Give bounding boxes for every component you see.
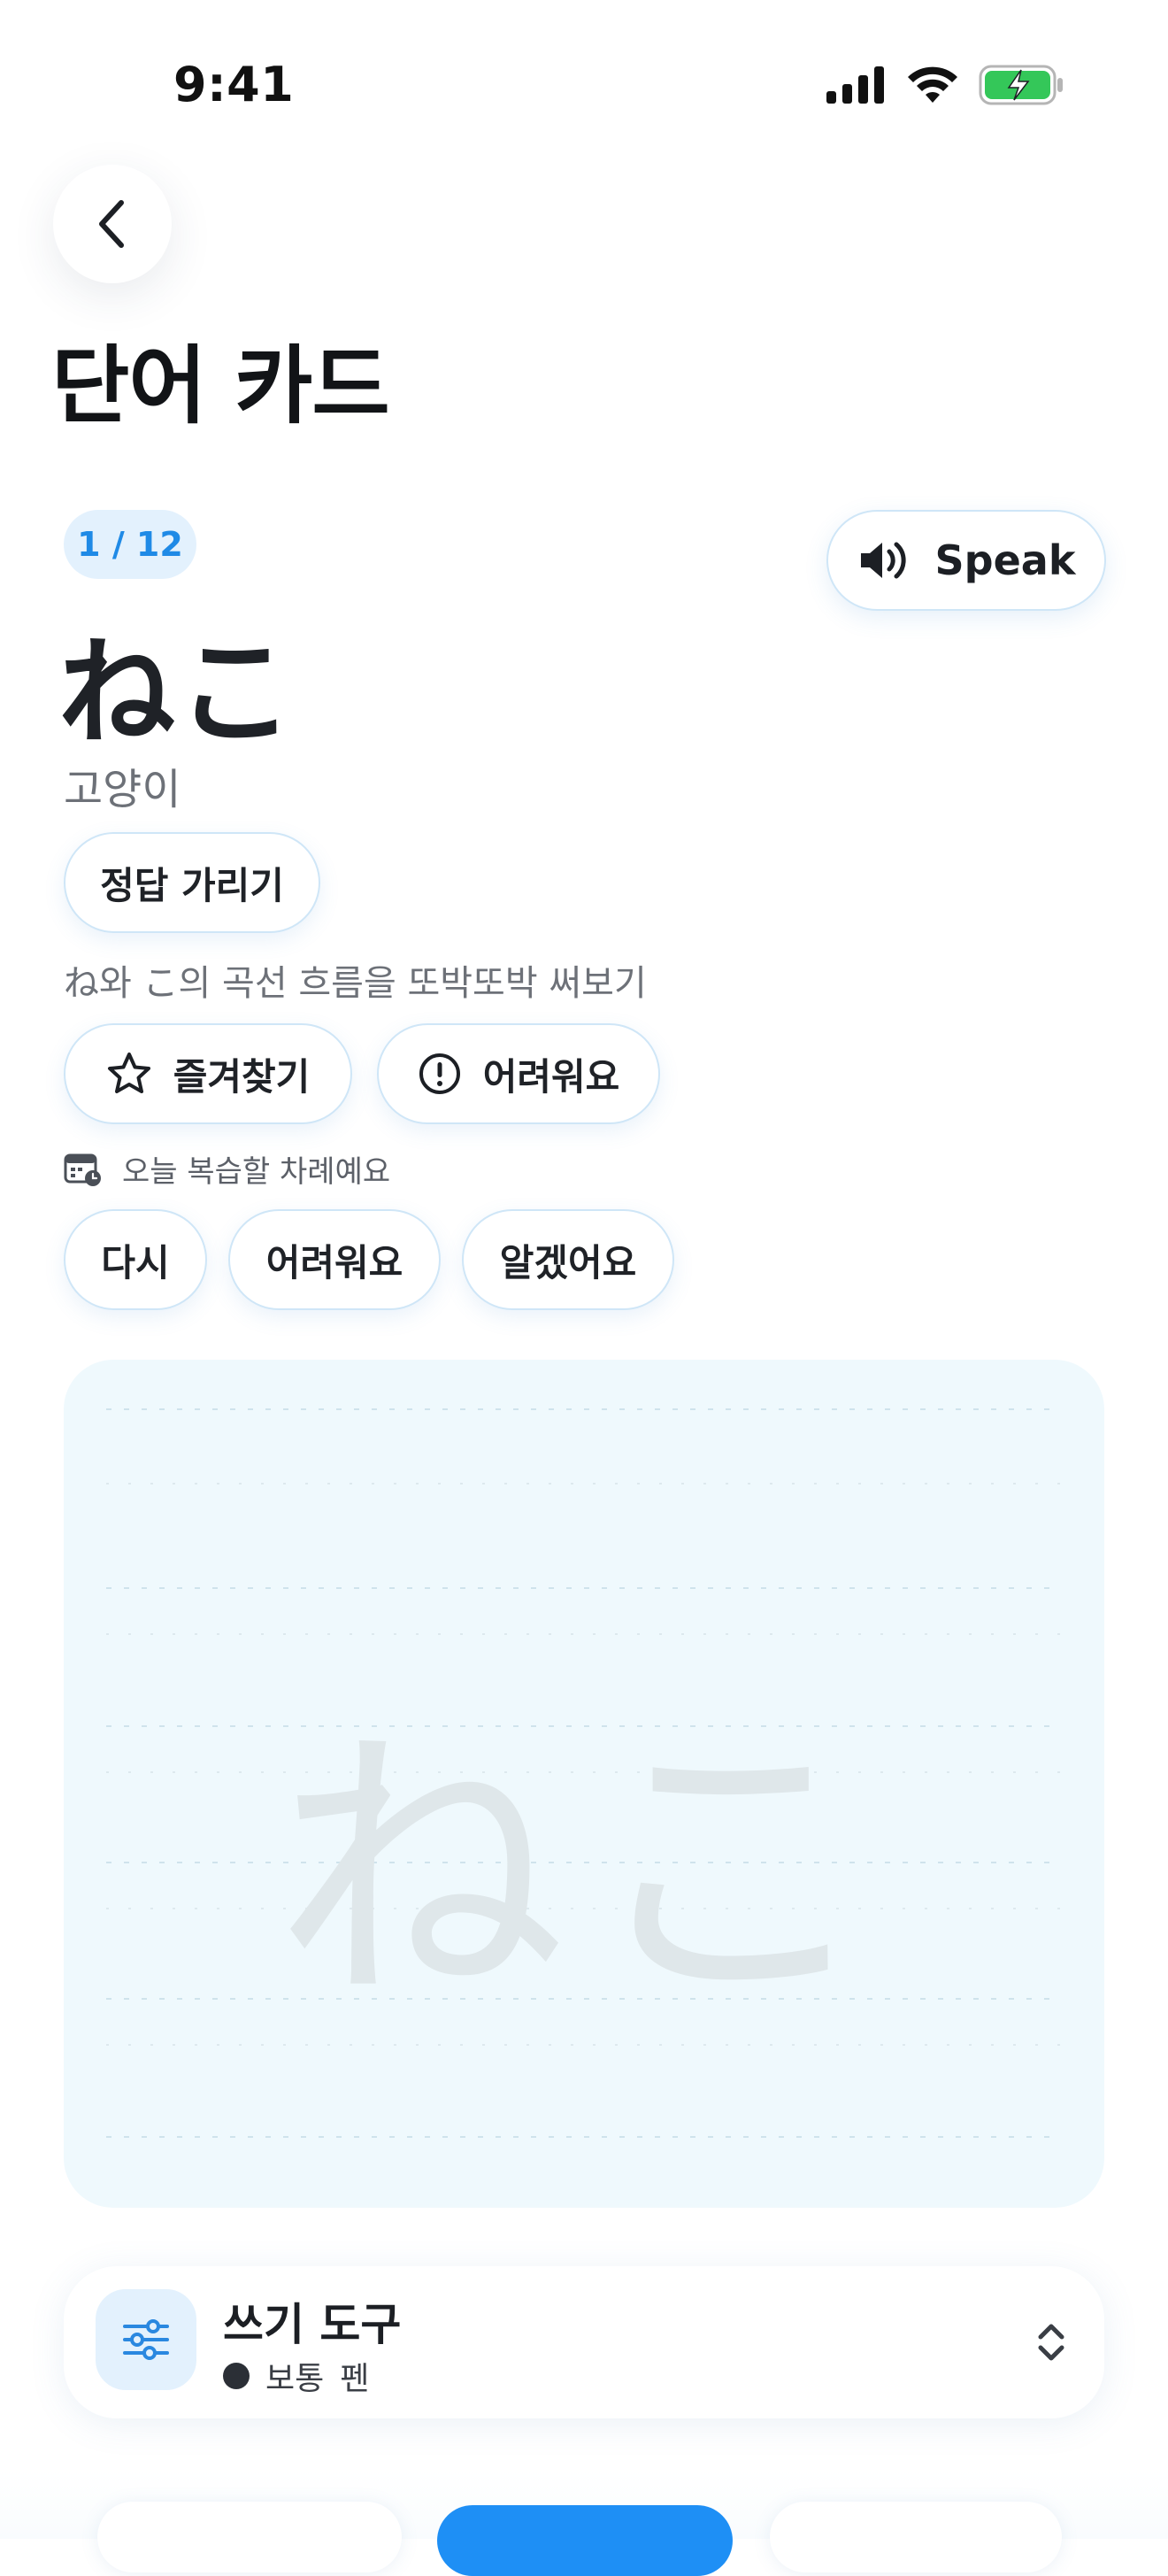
speak-button[interactable]: Speak — [826, 510, 1106, 611]
chevron-left-icon — [99, 200, 124, 248]
review-note-text: 오늘 복습할 차례예요 — [122, 1154, 391, 1190]
bottom-right-button[interactable] — [770, 2502, 1062, 2572]
status-icons — [826, 62, 1064, 108]
stroke-hint: ね와 こ의 곡선 흐름을 또박또박 써보기 — [64, 963, 647, 1004]
writing-canvas[interactable]: ねこ — [64, 1360, 1104, 2208]
progress-badge: 1 / 12 — [64, 510, 196, 579]
sliders-icon — [123, 2319, 169, 2360]
rate-again-button[interactable]: 다시 — [64, 1209, 207, 1310]
rate-hard-button[interactable]: 어려워요 — [228, 1209, 441, 1310]
pen-thickness: 보통 — [265, 2361, 325, 2397]
back-button[interactable] — [53, 165, 172, 283]
pen-tool: 펜 — [340, 2361, 370, 2397]
wifi-icon — [908, 66, 957, 103]
bottom-left-button[interactable] — [97, 2502, 402, 2572]
difficult-label: 어려워요 — [482, 1054, 620, 1099]
chevron-up-down-icon — [1038, 2324, 1064, 2361]
vocab-meaning: 고양이 — [64, 765, 181, 814]
tool-summary: 보통 펜 — [223, 2353, 369, 2399]
cellular-signal-icon — [826, 66, 884, 104]
mark-difficult-button[interactable]: 어려워요 — [377, 1023, 660, 1124]
review-note: 오늘 복습할 차례예요 — [64, 1147, 390, 1191]
vocab-word: ねこ — [58, 625, 296, 761]
trace-guide-text: ねこ — [274, 1701, 894, 2041]
battery-charging-icon — [979, 65, 1063, 105]
favorite-button[interactable]: 즐겨찾기 — [64, 1023, 352, 1124]
star-icon — [107, 1053, 150, 1093]
calendar-clock-icon — [64, 1153, 101, 1186]
alert-circle-icon — [419, 1053, 460, 1094]
speak-label: Speak — [934, 536, 1076, 584]
status-time: 9:41 — [173, 57, 295, 112]
tool-icon-container — [96, 2289, 196, 2390]
rate-good-button[interactable]: 알겠어요 — [462, 1209, 674, 1310]
speaker-icon — [860, 542, 906, 579]
pen-color-swatch — [223, 2363, 250, 2389]
hide-answer-button[interactable]: 정답 가리기 — [64, 832, 320, 933]
page-title: 단어 카드 — [51, 336, 390, 436]
tool-title: 쓰기 도구 — [223, 2299, 402, 2350]
bottom-primary-button[interactable] — [437, 2505, 733, 2576]
writing-tool-selector[interactable]: 쓰기 도구 보통 펜 — [64, 2266, 1104, 2418]
favorite-label: 즐겨찾기 — [173, 1054, 311, 1099]
